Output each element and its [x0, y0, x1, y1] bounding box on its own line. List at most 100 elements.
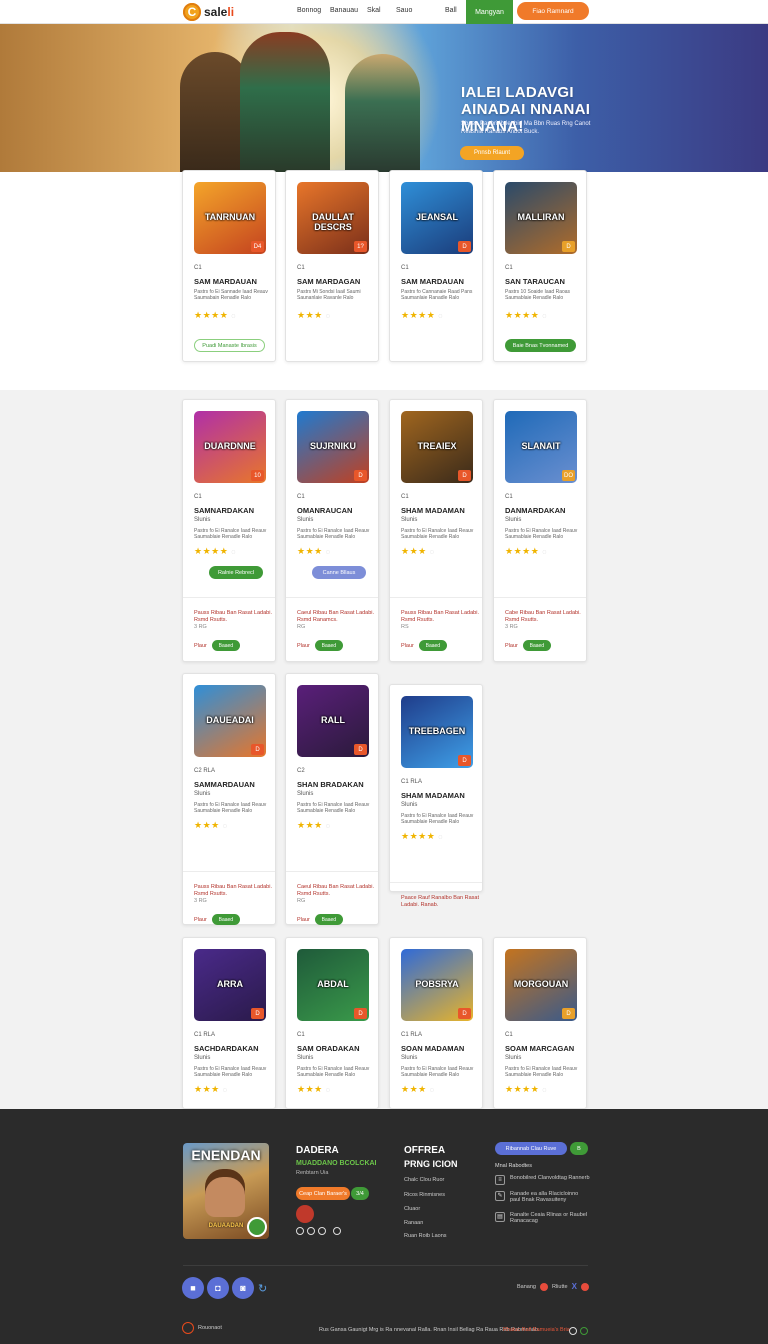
- footer-col2-item[interactable]: Ranaan: [404, 1220, 423, 1226]
- nav-link-3[interactable]: Skal: [367, 7, 381, 14]
- game-title[interactable]: SHAM MADAMAN: [401, 506, 465, 515]
- game-thumbnail[interactable]: MALLIRAN D: [505, 182, 577, 254]
- flame-icon[interactable]: [580, 1282, 589, 1291]
- game-title[interactable]: DANMARDAKAN: [505, 506, 565, 515]
- game-thumbnail[interactable]: ARRA D: [194, 949, 266, 1021]
- footer-poster[interactable]: ENENDAN DAUAADAN: [183, 1143, 269, 1239]
- x-icon[interactable]: X: [572, 1282, 577, 1291]
- game-title[interactable]: SOAM MARCAGAN: [505, 1044, 574, 1053]
- footer-col3-item[interactable]: ≡ Bonobilred Clanvoldtag Rannerb: [495, 1175, 590, 1185]
- footer-col3-item[interactable]: ✎ Ranade ea alla Rlacicloinno paul Bnak R…: [495, 1191, 590, 1203]
- thumbnail-title: SLANAIT: [521, 441, 561, 451]
- footer-col2-item[interactable]: Ruan Roib Laons: [404, 1233, 447, 1239]
- game-thumbnail[interactable]: TANRNUAN D4: [194, 182, 266, 254]
- card-footer-button[interactable]: Baaed: [418, 640, 447, 651]
- nav-link-active[interactable]: Mangyan: [466, 0, 513, 24]
- game-thumbnail[interactable]: JEANSAL D: [401, 182, 473, 254]
- nav-link-4[interactable]: Sauo: [396, 7, 412, 14]
- game-subtitle: Slunis: [505, 1055, 522, 1061]
- game-thumbnail[interactable]: DAULLAT DESCRS 1?: [297, 182, 369, 254]
- game-title[interactable]: SAM MARDAUAN: [194, 277, 257, 286]
- game-card[interactable]: TANRNUAN D4 C1 SAM MARDAUAN Pastrs fo Ei San…: [182, 170, 276, 362]
- doc-icon: ≡: [495, 1175, 505, 1185]
- social-icon-1[interactable]: ■: [182, 1277, 204, 1299]
- game-card[interactable]: RALL D C2 SHAN BRADAKAN Slunis Pastrs fo Ei R…: [285, 673, 379, 925]
- info-icon[interactable]: [569, 1327, 577, 1335]
- footer-bottom-right[interactable]: Rhaluc Rall Ramueia's Bria: [503, 1327, 570, 1333]
- game-title[interactable]: SAMMARDAUAN: [194, 780, 255, 789]
- social-icon-2[interactable]: ◘: [207, 1277, 229, 1299]
- game-thumbnail[interactable]: MORGOUAN D: [505, 949, 577, 1021]
- game-card[interactable]: MALLIRAN D C1 SAN TARAUCAN Pastrs 10 Soaide …: [493, 170, 587, 362]
- social-icon-3[interactable]: ◙: [232, 1277, 254, 1299]
- game-card[interactable]: SUJRNIKU D C1 OMANRAUCAN Slunis Pastrs fo Ei …: [285, 399, 379, 662]
- game-card[interactable]: TREAIEX D C1 SHAM MADAMAN Slunis Pastrs fo Ei…: [389, 399, 483, 662]
- game-card[interactable]: DAULLAT DESCRS 1? C1 SAM MARDAGAN Pastrs Mi …: [285, 170, 379, 362]
- play-icon[interactable]: [247, 1217, 267, 1237]
- nav-cta-button[interactable]: Fiao Ramnard: [517, 2, 589, 20]
- game-thumbnail[interactable]: DUARDNNE 10: [194, 411, 266, 483]
- price-badge: D: [354, 1008, 367, 1019]
- game-thumbnail[interactable]: SLANAIT DO: [505, 411, 577, 483]
- footer-col3-badge[interactable]: B: [570, 1142, 588, 1155]
- game-card[interactable]: JEANSAL D C1 SAM MARDAUAN Pastrs fo Cannanai…: [389, 170, 483, 362]
- game-card[interactable]: DAUEADAI D C2 RLA SAMMARDAUAN Slunis Pastrs f…: [182, 673, 276, 925]
- card-footer-button[interactable]: Baaed: [522, 640, 551, 651]
- card-footer-button[interactable]: Baaed: [211, 914, 240, 925]
- card-action-button[interactable]: Canne Bllaus: [312, 566, 366, 579]
- game-card[interactable]: TREEBAGEN D C1 RLA SHAM MADAMAN Slunis Pastrs…: [389, 684, 483, 908]
- game-title[interactable]: SAMNARDAKAN: [194, 506, 254, 515]
- game-thumbnail[interactable]: POBSRYA D: [401, 949, 473, 1021]
- game-title[interactable]: SAM MARDAGAN: [297, 277, 360, 286]
- footer-col3-item[interactable]: ▤ Ranalte Ceaia Rlinas or Raubel Ranacaca…: [495, 1212, 590, 1224]
- site-logo[interactable]: C saleli: [183, 2, 234, 22]
- dot-icon[interactable]: [296, 1227, 304, 1235]
- game-thumbnail[interactable]: ABDAL D: [297, 949, 369, 1021]
- game-title[interactable]: SOAN MADAMAN: [401, 1044, 464, 1053]
- card-action-button[interactable]: Baie Bnas Tvonnamed: [505, 339, 576, 352]
- dot-icon[interactable]: [333, 1227, 341, 1235]
- nav-link-1[interactable]: Bonnog: [297, 7, 321, 14]
- footer-col2-item[interactable]: Chalc Clou Ruor: [404, 1177, 444, 1183]
- nav-link-5[interactable]: Ball: [445, 7, 457, 14]
- game-thumbnail[interactable]: TREEBAGEN D: [401, 696, 473, 768]
- game-title[interactable]: SAM MARDAUAN: [401, 277, 464, 286]
- game-card[interactable]: POBSRYA D C1 RLA SOAN MADAMAN Slunis Pastrs f…: [389, 937, 483, 1109]
- game-thumbnail[interactable]: TREAIEX D: [401, 411, 473, 483]
- game-card[interactable]: ABDAL D C1 SAM ORADAKAN Slunis Pastrs fo Ei R…: [285, 937, 379, 1109]
- nav-link-2[interactable]: Banauau: [330, 7, 358, 14]
- card-footer-button[interactable]: Baaed: [314, 914, 343, 925]
- dot-icon[interactable]: [307, 1227, 315, 1235]
- footer-col3-button[interactable]: Ribannab Clau Ruve: [495, 1142, 567, 1155]
- card-action-button[interactable]: Puadi Manaste Ibrasis: [194, 339, 265, 352]
- deal-description: Cabe Ribau Ban Rasat Ladabi. Rsmd Rsutts…: [505, 610, 581, 623]
- game-title[interactable]: OMANRAUCAN: [297, 506, 352, 515]
- game-title[interactable]: SAM ORADAKAN: [297, 1044, 360, 1053]
- game-card[interactable]: MORGOUAN D C1 SOAM MARCAGAN Slunis Pastrs fo …: [493, 937, 587, 1109]
- card-footer: Plaur Baaed: [505, 640, 551, 651]
- footer-col1-button[interactable]: Ceap Clan Baraer's: [296, 1187, 350, 1200]
- social-right-dot-icon[interactable]: [539, 1282, 548, 1291]
- card-action-button[interactable]: Ralnie Rebrecl: [209, 566, 263, 579]
- game-thumbnail[interactable]: DAUEADAI D: [194, 685, 266, 757]
- card-footer-button[interactable]: Baaed: [211, 640, 240, 651]
- game-title[interactable]: SACHDARDAKAN: [194, 1044, 259, 1053]
- refresh-icon[interactable]: ↻: [258, 1282, 267, 1295]
- check-icon[interactable]: [580, 1327, 588, 1335]
- game-title[interactable]: SHAN BRADAKAN: [297, 780, 364, 789]
- dot-icon[interactable]: [318, 1227, 326, 1235]
- footer-col2-item[interactable]: Cluaor: [404, 1206, 420, 1212]
- footer-col1-badge[interactable]: 3/4: [351, 1187, 369, 1200]
- hero-cta-button[interactable]: Pnnsb Rlaunt: [460, 146, 524, 160]
- game-title[interactable]: SHAM MADAMAN: [401, 791, 465, 800]
- game-card[interactable]: ARRA D C1 RLA SACHDARDAKAN Slunis Pastrs fo E…: [182, 937, 276, 1109]
- game-title[interactable]: SAN TARAUCAN: [505, 277, 565, 286]
- game-thumbnail[interactable]: RALL D: [297, 685, 369, 757]
- footer-avatar-icon[interactable]: [296, 1205, 314, 1223]
- game-thumbnail[interactable]: SUJRNIKU D: [297, 411, 369, 483]
- footer-col2-item[interactable]: Ricos Rinmisnes: [404, 1192, 445, 1198]
- footer-bottom-logo[interactable]: Rouonaot: [182, 1322, 222, 1334]
- game-card[interactable]: SLANAIT DO C1 DANMARDAKAN Slunis Pastrs fo Ei…: [493, 399, 587, 662]
- card-footer-button[interactable]: Baaed: [314, 640, 343, 651]
- game-card[interactable]: DUARDNNE 10 C1 SAMNARDAKAN Slunis Pastrs fo E…: [182, 399, 276, 662]
